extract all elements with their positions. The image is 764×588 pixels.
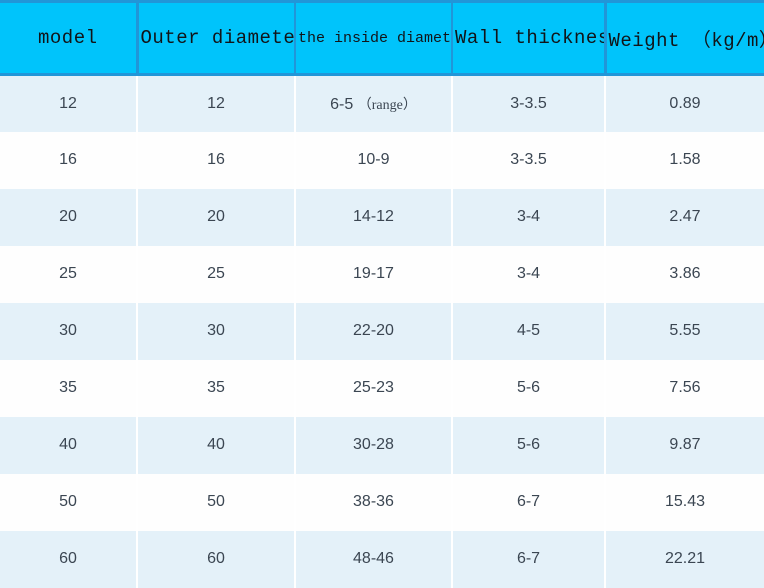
cell-wall-thickness: 4-5 <box>451 302 606 360</box>
cell-outer-diameter: 16 <box>136 131 296 189</box>
cell-inside-diameter: 10-9 <box>294 131 453 189</box>
cell-model: 16 <box>0 131 138 189</box>
cell-weight: 15.43 <box>604 473 764 531</box>
cell-wall-thickness: 3-4 <box>451 245 606 303</box>
cell-model: 60 <box>0 530 138 588</box>
cell-weight: 5.55 <box>604 302 764 360</box>
cell-outer-diameter: 50 <box>136 473 296 531</box>
column-header-weight: Weight （kg/m） <box>603 0 764 76</box>
cell-inside-diameter: 19-17 <box>294 245 453 303</box>
cell-outer-diameter: 35 <box>136 359 296 417</box>
cell-wall-thickness: 5-6 <box>451 359 606 417</box>
cell-model: 40 <box>0 416 138 474</box>
cell-outer-diameter: 25 <box>136 245 296 303</box>
cell-wall-thickness: 3-3.5 <box>451 131 606 189</box>
cell-inside-diameter: 48-46 <box>294 530 453 588</box>
cell-inside-diameter: 22-20 <box>294 302 453 360</box>
cell-weight: 22.21 <box>604 530 764 588</box>
cell-weight: 0.89 <box>604 74 764 132</box>
cell-wall-thickness: 3-3.5 <box>451 74 606 132</box>
cell-model: 12 <box>0 74 138 132</box>
column-header-model: model <box>0 0 139 76</box>
cell-weight: 9.87 <box>604 416 764 474</box>
cell-inside-diameter-note: （range） <box>357 97 417 113</box>
cell-inside-diameter: 25-23 <box>294 359 453 417</box>
table-row: 40 40 30-28 5-6 9.87 <box>0 416 764 474</box>
table-row: 12 12 6-5 （range） 3-3.5 0.89 <box>0 74 764 132</box>
cell-outer-diameter: 12 <box>136 74 296 132</box>
table-row: 20 20 14-12 3-4 2.47 <box>0 188 764 246</box>
cell-wall-thickness: 6-7 <box>451 473 606 531</box>
table-header: model Outer diameter the inside diameter… <box>0 0 764 76</box>
cell-model: 25 <box>0 245 138 303</box>
cell-weight: 1.58 <box>604 131 764 189</box>
table-row: 35 35 25-23 5-6 7.56 <box>0 359 764 417</box>
cell-inside-diameter: 14-12 <box>294 188 453 246</box>
column-header-outer-diameter: Outer diameter <box>136 0 296 76</box>
cell-weight: 3.86 <box>604 245 764 303</box>
cell-model: 50 <box>0 473 138 531</box>
cell-model: 35 <box>0 359 138 417</box>
column-header-wall-thickness: Wall thickness <box>451 0 606 76</box>
cell-wall-thickness: 6-7 <box>451 530 606 588</box>
cell-outer-diameter: 60 <box>136 530 296 588</box>
cell-model: 20 <box>0 188 138 246</box>
cell-weight: 2.47 <box>604 188 764 246</box>
table-row: 50 50 38-36 6-7 15.43 <box>0 473 764 531</box>
cell-wall-thickness: 3-4 <box>451 188 606 246</box>
cell-inside-diameter: 6-5 （range） <box>294 74 453 132</box>
cell-wall-thickness: 5-6 <box>451 416 606 474</box>
cell-inside-diameter: 38-36 <box>294 473 453 531</box>
column-header-inside-diameter: the inside diameter of <box>294 0 453 76</box>
cell-outer-diameter: 30 <box>136 302 296 360</box>
table-row: 60 60 48-46 6-7 22.21 <box>0 530 764 588</box>
specification-table: model Outer diameter the inside diameter… <box>0 0 764 588</box>
header-row: model Outer diameter the inside diameter… <box>0 0 764 76</box>
table-row: 25 25 19-17 3-4 3.86 <box>0 245 764 303</box>
table-row: 16 16 10-9 3-3.5 1.58 <box>0 131 764 189</box>
table-row: 30 30 22-20 4-5 5.55 <box>0 302 764 360</box>
cell-weight: 7.56 <box>604 359 764 417</box>
table-body: 12 12 6-5 （range） 3-3.5 0.89 16 16 10-9 3-3.5 1.5… <box>0 74 764 588</box>
cell-outer-diameter: 20 <box>136 188 296 246</box>
cell-outer-diameter: 40 <box>136 416 296 474</box>
cell-model: 30 <box>0 302 138 360</box>
cell-inside-diameter: 30-28 <box>294 416 453 474</box>
